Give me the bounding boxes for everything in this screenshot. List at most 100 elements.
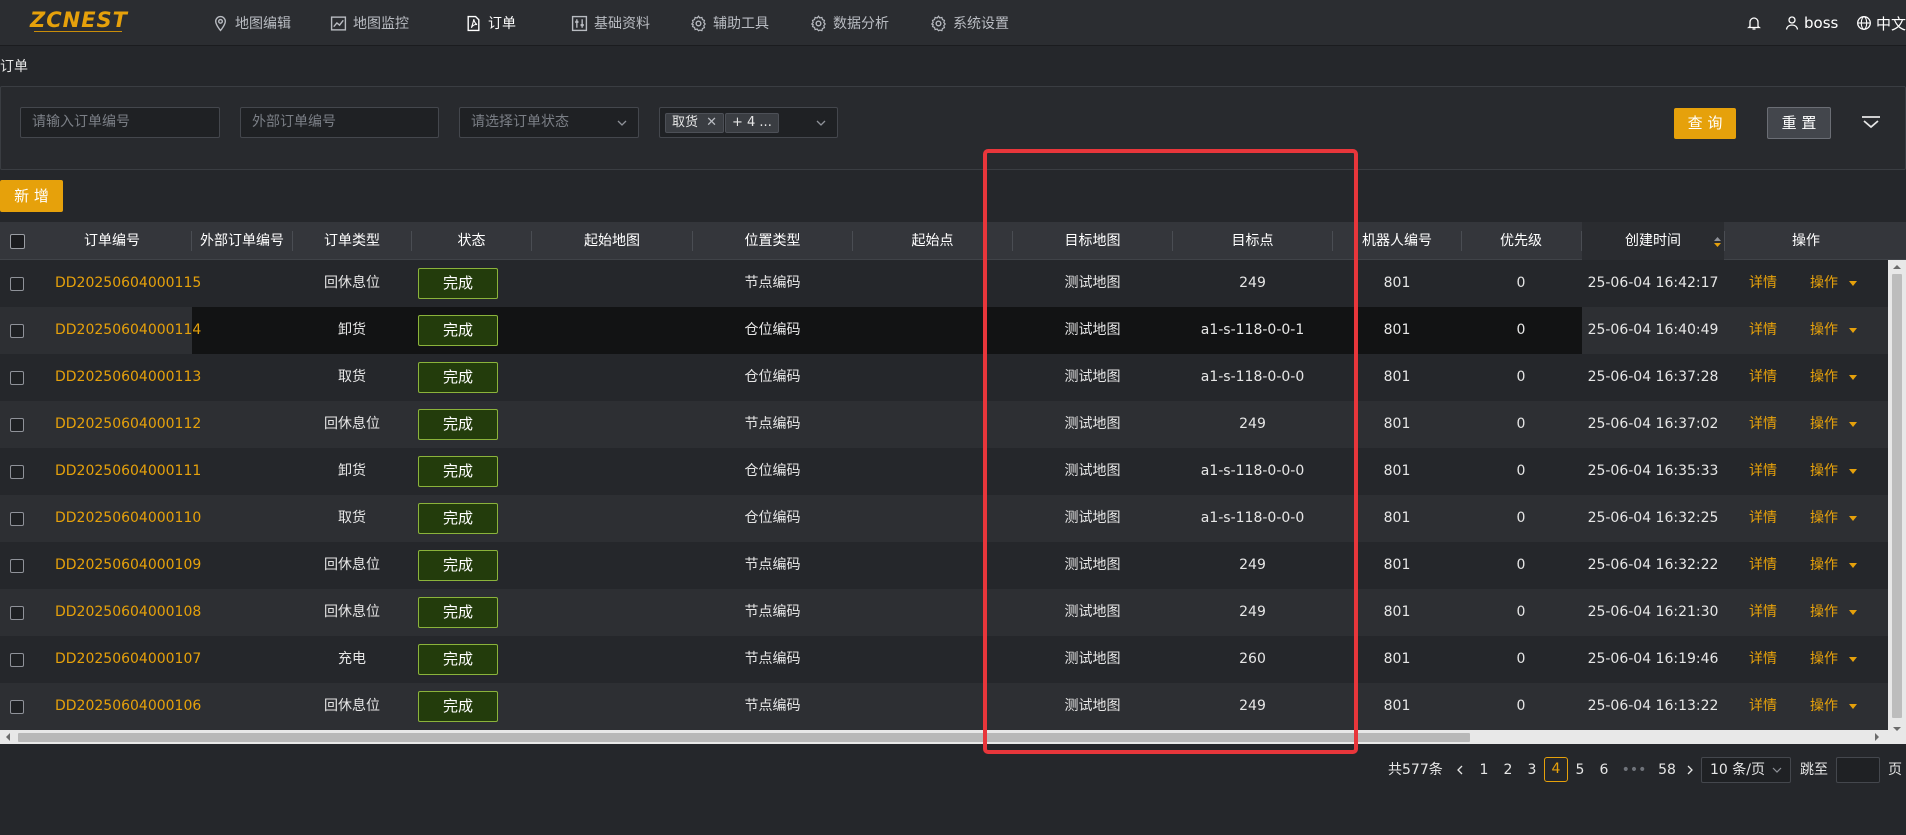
horizontal-scroll-thumb[interactable] — [18, 733, 1470, 742]
caret-down-icon[interactable] — [1848, 703, 1858, 710]
order-type-multiselect[interactable]: 取货 ✕ + 4 ... — [659, 107, 838, 138]
action-menu-link[interactable]: 操作 — [1810, 495, 1838, 542]
tag-close-icon[interactable]: ✕ — [706, 115, 717, 130]
detail-link[interactable]: 详情 — [1749, 495, 1777, 542]
sort-icon[interactable] — [1713, 235, 1722, 249]
next-page-icon[interactable] — [1685, 765, 1695, 775]
page-button[interactable]: 1 — [1472, 757, 1496, 783]
vertical-scrollbar[interactable] — [1888, 260, 1906, 744]
row-checkbox[interactable] — [10, 371, 24, 385]
caret-down-icon[interactable] — [1848, 327, 1858, 334]
col-header-created-time[interactable]: 创建时间 — [1582, 222, 1724, 260]
action-menu-link[interactable]: 操作 — [1810, 307, 1838, 354]
language-switcher[interactable]: 中文 — [1856, 12, 1906, 34]
page-button[interactable]: 3 — [1520, 757, 1544, 783]
detail-link[interactable]: 详情 — [1749, 307, 1777, 354]
order-no-link[interactable]: DD20250604000109 — [55, 542, 201, 589]
row-checkbox[interactable] — [10, 559, 24, 573]
external-order-no-input[interactable]: 外部订单编号 — [240, 107, 439, 138]
detail-link[interactable]: 详情 — [1749, 589, 1777, 636]
row-checkbox[interactable] — [10, 324, 24, 338]
order-no-link[interactable]: DD20250604000112 — [55, 401, 201, 448]
collapse-filter-icon[interactable] — [1860, 112, 1882, 134]
detail-link[interactable]: 详情 — [1749, 401, 1777, 448]
order-no-link[interactable]: DD20250604000107 — [55, 636, 201, 683]
detail-link[interactable]: 详情 — [1749, 354, 1777, 401]
col-header-order-type[interactable]: 订单类型 — [293, 222, 411, 260]
notification-button[interactable] — [1746, 12, 1762, 34]
scroll-up-arrow-icon[interactable] — [1892, 262, 1902, 272]
detail-link[interactable]: 详情 — [1749, 542, 1777, 589]
col-header-target-map[interactable]: 目标地图 — [1013, 222, 1172, 260]
order-no-link[interactable]: DD20250604000114 — [55, 307, 201, 354]
select-all-checkbox[interactable] — [10, 234, 25, 249]
scroll-right-arrow-icon[interactable] — [1872, 732, 1882, 742]
col-header-start-map[interactable]: 起始地图 — [532, 222, 692, 260]
order-no-input[interactable]: 请输入订单编号 — [20, 107, 220, 138]
page-button[interactable]: 6 — [1592, 757, 1616, 783]
col-header-status[interactable]: 状态 — [412, 222, 531, 260]
caret-down-icon[interactable] — [1848, 609, 1858, 616]
nav-item-map-edit[interactable]: 地图编辑 — [212, 12, 291, 34]
action-menu-link[interactable]: 操作 — [1810, 354, 1838, 401]
page-button-current[interactable]: 4 — [1544, 757, 1568, 782]
order-no-link[interactable]: DD20250604000110 — [55, 495, 201, 542]
caret-down-icon[interactable] — [1848, 656, 1858, 663]
horizontal-scrollbar[interactable] — [0, 730, 1888, 744]
caret-down-icon[interactable] — [1848, 515, 1858, 522]
action-menu-link[interactable]: 操作 — [1810, 448, 1838, 495]
action-menu-link[interactable]: 操作 — [1810, 636, 1838, 683]
page-button[interactable]: 2 — [1496, 757, 1520, 783]
detail-link[interactable]: 详情 — [1749, 636, 1777, 683]
action-menu-link[interactable]: 操作 — [1810, 401, 1838, 448]
reset-button[interactable]: 重 置 — [1767, 107, 1831, 139]
vertical-scroll-thumb[interactable] — [1892, 274, 1902, 718]
detail-link[interactable]: 详情 — [1749, 260, 1777, 307]
caret-down-icon[interactable] — [1848, 562, 1858, 569]
page-button[interactable]: 58 — [1652, 757, 1682, 783]
page-ellipsis[interactable]: ••• — [1616, 757, 1652, 783]
page-button[interactable]: 5 — [1568, 757, 1592, 783]
order-status-select[interactable]: 请选择订单状态 — [459, 107, 639, 138]
order-no-link[interactable]: DD20250604000115 — [55, 260, 201, 307]
col-header-target-point[interactable]: 目标点 — [1173, 222, 1332, 260]
query-button[interactable]: 查 询 — [1674, 108, 1736, 139]
nav-item-system-settings[interactable]: 系统设置 — [930, 12, 1009, 34]
col-header-robot-no[interactable]: 机器人编号 — [1333, 222, 1461, 260]
action-menu-link[interactable]: 操作 — [1810, 683, 1838, 730]
row-checkbox[interactable] — [10, 606, 24, 620]
nav-item-tools[interactable]: 辅助工具 — [690, 12, 769, 34]
nav-item-map-monitor[interactable]: 地图监控 — [330, 12, 409, 34]
order-no-link[interactable]: DD20250604000108 — [55, 589, 201, 636]
nav-item-basic-data[interactable]: 基础资料 — [571, 12, 650, 34]
detail-link[interactable]: 详情 — [1749, 448, 1777, 495]
detail-link[interactable]: 详情 — [1749, 683, 1777, 730]
row-checkbox[interactable] — [10, 465, 24, 479]
col-header-priority[interactable]: 优先级 — [1462, 222, 1580, 260]
order-no-link[interactable]: DD20250604000113 — [55, 354, 201, 401]
nav-item-data-analysis[interactable]: 数据分析 — [810, 12, 889, 34]
col-header-external-no[interactable]: 外部订单编号 — [192, 222, 292, 260]
jump-page-input[interactable] — [1836, 757, 1880, 783]
caret-down-icon[interactable] — [1848, 468, 1858, 475]
scroll-down-arrow-icon[interactable] — [1892, 724, 1902, 734]
row-checkbox[interactable] — [10, 653, 24, 667]
col-header-location-type[interactable]: 位置类型 — [693, 222, 852, 260]
caret-down-icon[interactable] — [1848, 421, 1858, 428]
prev-page-icon[interactable] — [1455, 765, 1465, 775]
action-menu-link[interactable]: 操作 — [1810, 260, 1838, 307]
row-checkbox[interactable] — [10, 418, 24, 432]
action-menu-link[interactable]: 操作 — [1810, 589, 1838, 636]
row-checkbox[interactable] — [10, 512, 24, 526]
action-menu-link[interactable]: 操作 — [1810, 542, 1838, 589]
scroll-left-arrow-icon[interactable] — [3, 732, 13, 742]
row-checkbox[interactable] — [10, 700, 24, 714]
caret-down-icon[interactable] — [1848, 280, 1858, 287]
page-size-select[interactable]: 10 条/页 — [1701, 757, 1791, 783]
order-no-link[interactable]: DD20250604000111 — [55, 448, 201, 495]
add-order-button[interactable]: 新 增 — [0, 180, 63, 212]
nav-item-orders[interactable]: 订单 — [465, 12, 516, 34]
app-logo[interactable]: ZCNEST — [30, 8, 128, 32]
col-header-order-no[interactable]: 订单编号 — [37, 222, 187, 260]
row-checkbox[interactable] — [10, 277, 24, 291]
